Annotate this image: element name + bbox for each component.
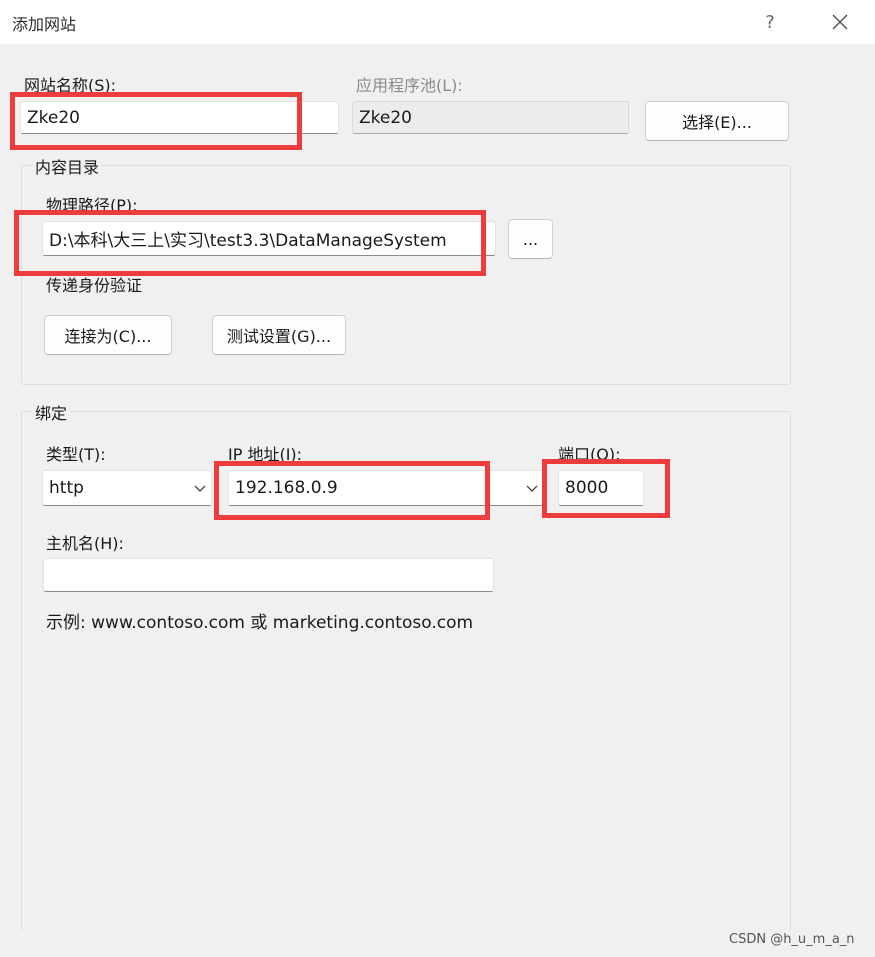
physical-path-label: 物理路径(P): [46, 196, 138, 215]
binding-type-value: http [49, 478, 84, 498]
hostname-example-text: 示例: www.contoso.com 或 marketing.contoso.… [46, 613, 474, 633]
pass-through-auth-label: 传递身份验证 [46, 276, 143, 295]
select-apppool-button[interactable]: 选择(E)... [645, 101, 789, 141]
port-input[interactable]: 8000 [558, 470, 644, 506]
chevron-down-icon [526, 485, 538, 492]
title-bar: 添加网站 ? [0, 0, 875, 44]
connect-as-button[interactable]: 连接为(C)... [44, 315, 172, 355]
hostname-input[interactable] [43, 558, 494, 592]
hostname-label: 主机名(H): [46, 534, 124, 553]
watermark: CSDN @h_u_m_a_n [729, 932, 855, 947]
content-directory-title: 内容目录 [32, 154, 103, 178]
help-icon: ? [765, 11, 775, 33]
binding-title: 绑定 [32, 400, 71, 424]
chevron-down-icon [194, 485, 206, 492]
close-icon [832, 14, 848, 30]
test-settings-button[interactable]: 测试设置(G)... [212, 315, 346, 355]
apppool-label: 应用程序池(L): [356, 76, 463, 95]
ip-address-label: IP 地址(I): [228, 445, 303, 464]
site-name-label: 网站名称(S): [24, 76, 117, 95]
browse-button[interactable]: ... [508, 219, 553, 259]
binding-type-select[interactable]: http [42, 470, 212, 506]
physical-path-input[interactable]: D:\本科\大三上\实习\test3.3\DataManageSystem [42, 221, 496, 256]
close-button[interactable] [825, 8, 855, 36]
port-label: 端口(O): [558, 445, 621, 464]
binding-type-label: 类型(T): [46, 445, 106, 464]
help-button[interactable]: ? [755, 8, 785, 36]
site-name-input[interactable]: Zke20 [20, 101, 339, 134]
ip-address-value: 192.168.0.9 [235, 478, 338, 498]
apppool-field: Zke20 [352, 101, 629, 134]
ip-address-select[interactable]: 192.168.0.9 [228, 470, 544, 506]
window-title: 添加网站 [12, 15, 77, 34]
